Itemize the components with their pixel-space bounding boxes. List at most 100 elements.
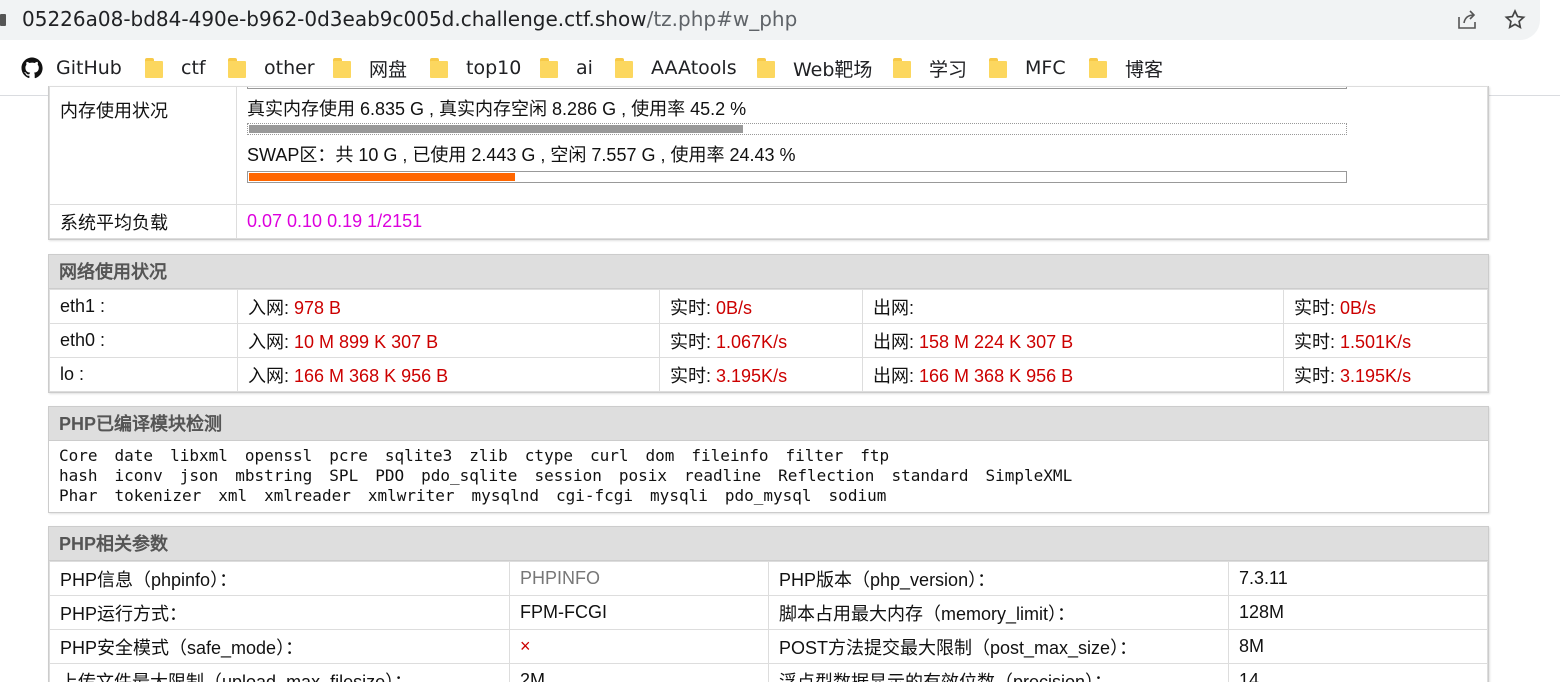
param-row: PHP信息（phpinfo）： PHPINFO PHP版本（php_versio… (49, 561, 1488, 596)
url-text[interactable]: 05226a08-bd84-490e-b962-0d3eab9c005d.cha… (22, 7, 797, 31)
bookmark-label: 网盘 (369, 58, 408, 81)
net-in: 入网: 978 B (237, 289, 660, 324)
param-value: 2M (509, 663, 769, 682)
bookmark-other[interactable]: other (228, 56, 315, 80)
bookmark-top10[interactable]: top10 (430, 56, 521, 80)
net-realtime-out: 实时: 1.501K/s (1283, 323, 1488, 358)
module-name: Phar (59, 486, 98, 505)
module-name: posix (618, 466, 668, 485)
page-content: 内存使用状况 真实内存使用 6.835 G , 真实内存空闲 8.286 G ,… (0, 86, 1560, 682)
module-name: fileinfo (691, 446, 769, 465)
bookmark-netdisk[interactable]: 网盘 (333, 56, 408, 81)
bookmark-web-range[interactable]: Web靶场 (757, 56, 873, 81)
network-row: eth1 : 入网: 978 B 实时: 0B/s 出网: 实时: 0B/s (49, 289, 1488, 324)
lock-icon[interactable] (0, 14, 6, 26)
module-name: dom (645, 446, 675, 465)
network-row: eth0 : 入网: 10 M 899 K 307 B 实时: 1.067K/s… (49, 323, 1488, 358)
php-params-title: PHP相关参数 (49, 527, 1488, 561)
module-name: ctype (524, 446, 573, 465)
bookmark-blog[interactable]: 博客 (1089, 56, 1163, 81)
php-modules-box: PHP已编译模块检测 Core date libxml openssl pcre sqli… (48, 406, 1489, 513)
bookmark-aaatools[interactable]: AAAtools (615, 56, 737, 80)
bookmark-label: other (264, 57, 315, 79)
folder-icon (989, 58, 1007, 78)
bookmark-label: ctf (181, 57, 206, 79)
bookmark-github[interactable]: GitHub (20, 56, 122, 80)
module-name: curl (589, 446, 629, 465)
param-key: POST方法提交最大限制（post_max_size）： (768, 629, 1229, 664)
swap-memory-bar (247, 171, 1347, 183)
param-key: PHP版本（php_version）： (768, 561, 1229, 596)
param-row: PHP运行方式： FPM-FCGI 脚本占用最大内存（memory_limit）… (49, 595, 1488, 630)
param-key: 脚本占用最大内存（memory_limit）： (768, 595, 1229, 630)
module-name: pdo_mysql (724, 486, 812, 505)
folder-icon (893, 58, 911, 78)
module-name: libxml (170, 446, 228, 465)
module-name: xmlreader (264, 486, 351, 505)
module-name: json (179, 466, 219, 485)
module-line: hash iconv json mbstring SPL PDO pdo_sqlite ses… (59, 466, 1478, 486)
module-name: sodium (828, 486, 887, 505)
iface-name: eth0 : (49, 323, 238, 358)
bookmark-label: Web靶场 (793, 58, 873, 81)
net-out: 出网: 158 M 224 K 307 B (862, 323, 1284, 358)
module-name: SPL (329, 466, 359, 485)
net-realtime-out: 实时: 0B/s (1283, 289, 1488, 324)
real-memory-bar (247, 123, 1347, 135)
share-icon[interactable] (1455, 8, 1479, 32)
disabled-mark: × (509, 629, 769, 664)
bookmark-label: AAAtools (651, 57, 737, 79)
module-name: filter (785, 446, 844, 465)
load-value: 0.07 0.10 0.19 1/2151 (236, 204, 1488, 239)
module-name: iconv (114, 466, 163, 485)
param-key: 上传文件最大限制（upload_max_filesize）： (49, 663, 510, 682)
param-row: PHP安全模式（safe_mode）： × POST方法提交最大限制（post_… (49, 629, 1488, 664)
modules-title: PHP已编译模块检测 (49, 407, 1488, 441)
module-name: cgi-fcgi (555, 486, 634, 505)
bookmark-study[interactable]: 学习 (893, 56, 967, 81)
real-memory-bar-fill (249, 125, 744, 133)
folder-icon (615, 58, 633, 78)
param-key: PHP安全模式（safe_mode）： (49, 629, 510, 664)
address-bar: 05226a08-bd84-490e-b962-0d3eab9c005d.cha… (0, 0, 1560, 40)
swap-memory-text: SWAP区：共 10 G , 已使用 2.443 G , 空闲 7.557 G … (247, 145, 796, 165)
bookmark-label: top10 (466, 57, 522, 79)
server-status-box: 内存使用状况 真实内存使用 6.835 G , 真实内存空闲 8.286 G ,… (48, 86, 1489, 240)
folder-icon (1089, 58, 1107, 78)
folder-icon (430, 58, 448, 78)
net-realtime-in: 实时: 1.067K/s (659, 323, 863, 358)
module-name: mbstring (235, 466, 313, 485)
param-row: 上传文件最大限制（upload_max_filesize）： 2M 浮点型数据显… (49, 663, 1488, 682)
module-name: zlib (469, 446, 508, 465)
module-name: pdo_sqlite (421, 466, 518, 485)
module-name: Core (59, 446, 98, 465)
module-name: PDO (375, 466, 405, 485)
net-out: 出网: (862, 289, 1284, 324)
module-name: ftp (860, 446, 890, 465)
php-params-box: PHP相关参数 PHP信息（phpinfo）： PHPINFO PHP版本（ph… (48, 526, 1489, 682)
star-icon[interactable] (1503, 8, 1527, 32)
bookmark-mfc[interactable]: MFC (989, 56, 1066, 80)
real-memory-text: 真实内存使用 6.835 G , 真实内存空闲 8.286 G , 使用率 45… (247, 99, 747, 119)
folder-icon (145, 58, 163, 78)
param-key: PHP运行方式： (49, 595, 510, 630)
load-label: 系统平均负载 (49, 204, 237, 239)
bookmark-ctf[interactable]: ctf (145, 56, 206, 80)
bookmark-ai[interactable]: ai (540, 56, 593, 80)
iface-name: lo : (49, 357, 238, 392)
folder-icon (333, 58, 351, 78)
net-in: 入网: 166 M 368 K 956 B (237, 357, 660, 392)
network-box: 网络使用状况 eth1 : 入网: 978 B 实时: 0B/s 出网: 实时:… (48, 254, 1489, 393)
folder-icon (757, 58, 775, 78)
module-line: Phar tokenizer xml xmlreader xmlwriter mysqln… (59, 486, 1478, 506)
url-host: 05226a08-bd84-490e-b962-0d3eab9c005d.cha… (22, 7, 647, 31)
memory-label: 内存使用状况 (49, 86, 237, 205)
module-name: mysqli (650, 486, 708, 505)
module-name: openssl (244, 446, 313, 465)
param-key: 浮点型数据显示的有效位数（precision）： (768, 663, 1229, 682)
phpinfo-link[interactable]: PHPINFO (509, 561, 769, 596)
param-value: FPM-FCGI (509, 595, 769, 630)
module-line: Core date libxml openssl pcre sqlite3 zlib ctyp… (59, 446, 1478, 466)
module-name: tokenizer (114, 486, 202, 505)
module-name: readline (684, 466, 762, 485)
